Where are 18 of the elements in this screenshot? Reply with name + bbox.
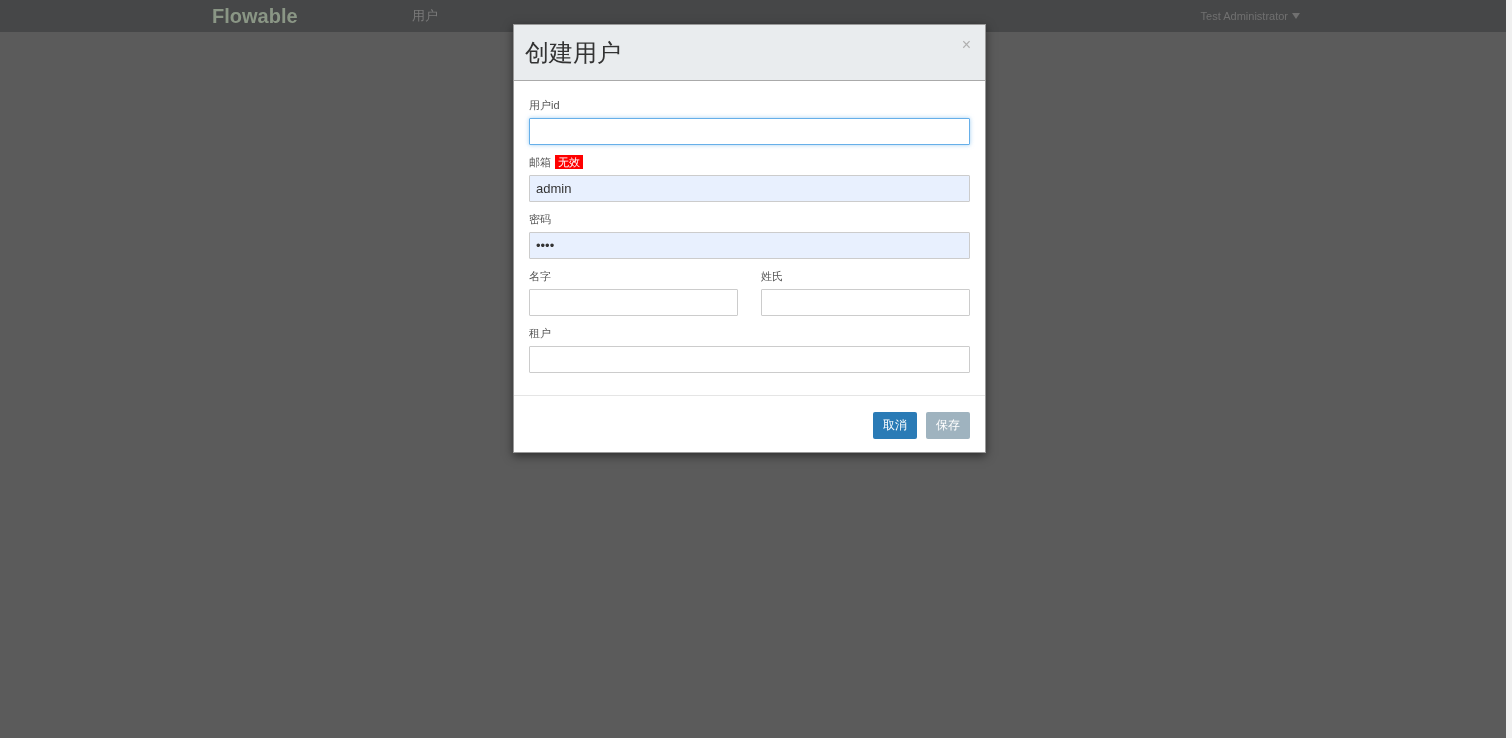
field-label: 用户id [529, 97, 560, 113]
input-field[interactable] [529, 289, 738, 316]
field-label: 姓氏 [761, 268, 783, 284]
input-field[interactable]: admin [529, 175, 970, 202]
input-field[interactable]: •••• [529, 232, 970, 259]
invalid-badge: 无效 [555, 155, 583, 169]
dialog-button[interactable]: 取消 [873, 411, 917, 439]
logo[interactable]: Flowable [212, 1, 412, 31]
dialog-title: 创建用户 [525, 37, 621, 68]
input-field[interactable] [529, 118, 970, 145]
field-label: 租户 [529, 325, 551, 341]
field-label: 邮箱 [529, 154, 551, 170]
caret-icon [1292, 13, 1300, 19]
field-label: 名字 [529, 268, 551, 284]
field-label: 密码 [529, 211, 551, 227]
input-field[interactable] [761, 289, 970, 316]
input-field[interactable] [529, 346, 970, 373]
close-button[interactable]: × [961, 33, 971, 57]
